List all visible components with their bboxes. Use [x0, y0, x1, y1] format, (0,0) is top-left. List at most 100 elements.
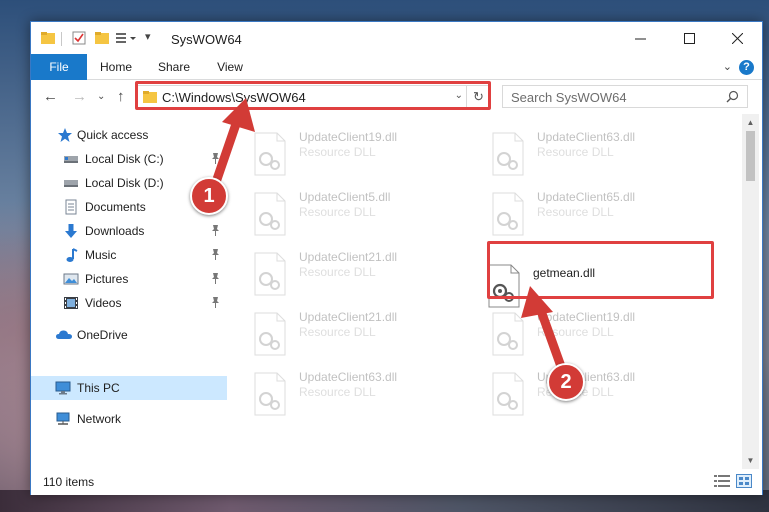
- new-folder-icon[interactable]: [95, 31, 109, 48]
- file-type: Resource DLL: [537, 325, 614, 339]
- recent-locations-icon[interactable]: ⌄: [97, 91, 105, 102]
- maximize-button[interactable]: [666, 22, 712, 54]
- tab-file[interactable]: File: [31, 54, 87, 80]
- file-name: UpdateClient5.dll: [299, 190, 391, 204]
- sidebar-item-downloads[interactable]: Downloads: [31, 220, 227, 242]
- file-item[interactable]: UpdateClient63.dll Resource DLL: [227, 366, 457, 422]
- sidebar-item-label: OneDrive: [77, 328, 128, 342]
- dll-file-icon: [253, 312, 287, 359]
- sidebar-item-label: Documents: [85, 200, 146, 214]
- file-item[interactable]: UpdateClient19.dll Resource DLL: [227, 126, 457, 182]
- file-highlight-box: [487, 241, 714, 299]
- cloud-icon: [55, 327, 72, 343]
- navigation-pane: Quick access Local Disk (C:) Local Disk …: [31, 114, 227, 469]
- tab-share[interactable]: Share: [155, 54, 193, 80]
- details-view-icon[interactable]: [714, 474, 730, 488]
- drive-icon: [63, 151, 79, 167]
- file-name: UpdateClient65.dll: [537, 190, 636, 204]
- sidebar-item-quick-access[interactable]: Quick access: [31, 124, 227, 146]
- pin-icon[interactable]: [211, 249, 220, 263]
- file-type: Resource DLL: [537, 205, 614, 219]
- dll-file-icon: [253, 372, 287, 419]
- file-item[interactable]: UpdateClient21.dll Resource DLL: [227, 306, 457, 362]
- large-icons-view-icon[interactable]: [736, 474, 752, 488]
- sidebar-item-music[interactable]: Music: [31, 244, 227, 266]
- file-name: UpdateClient63.dll: [537, 130, 636, 144]
- properties-icon[interactable]: [72, 31, 86, 48]
- tab-view[interactable]: View: [215, 54, 245, 80]
- sidebar-item-label: Pictures: [85, 272, 129, 286]
- documents-icon: [63, 199, 79, 215]
- dll-file-icon: [491, 132, 525, 179]
- star-icon: [57, 127, 73, 143]
- file-name: UpdateClient21.dll: [299, 310, 398, 324]
- dll-file-icon: [491, 372, 525, 419]
- file-name: UpdateClient19.dll: [299, 130, 398, 144]
- close-button[interactable]: [714, 22, 760, 54]
- dll-file-icon: [253, 192, 287, 239]
- window-title: SysWOW64: [171, 32, 242, 47]
- pin-icon[interactable]: [211, 297, 220, 311]
- file-item[interactable]: UpdateClient19.dll Resource DLL: [465, 306, 695, 362]
- sidebar-item-network[interactable]: Network: [31, 408, 227, 430]
- sidebar-item-label: This PC: [77, 381, 120, 395]
- file-item[interactable]: UpdateClient21.dll Resource DLL: [227, 246, 457, 302]
- sidebar-item-label: Downloads: [85, 224, 145, 238]
- dll-file-icon: [253, 252, 287, 299]
- address-highlight-box: [135, 81, 491, 110]
- sidebar-item-label: Music: [85, 248, 117, 262]
- step-1-badge: 1: [190, 177, 228, 215]
- sidebar-item-label: Local Disk (D:): [85, 176, 164, 190]
- file-type: Resource DLL: [299, 385, 376, 399]
- scroll-down-icon[interactable]: ▼: [742, 452, 759, 469]
- file-name: UpdateClient63.dll: [299, 370, 398, 384]
- sidebar-item-local-disk-c[interactable]: Local Disk (C:): [31, 148, 227, 170]
- search-icon[interactable]: [726, 90, 739, 106]
- separator: [61, 32, 62, 46]
- vertical-scrollbar[interactable]: ▲ ▼: [742, 114, 759, 469]
- pin-icon[interactable]: [211, 225, 220, 239]
- file-type: Resource DLL: [299, 265, 376, 279]
- status-bar: 110 items: [31, 469, 762, 495]
- ribbon-tabs: File Home Share View ⌄ ?: [31, 54, 762, 80]
- search-input[interactable]: [511, 89, 711, 105]
- dll-file-icon: [491, 312, 525, 359]
- file-type: Resource DLL: [299, 145, 376, 159]
- tab-home[interactable]: Home: [98, 54, 134, 80]
- sidebar-item-onedrive[interactable]: OneDrive: [31, 324, 227, 346]
- item-count: 110 items: [43, 475, 95, 489]
- file-name: UpdateClient19.dll: [537, 310, 636, 324]
- help-icon[interactable]: ?: [739, 60, 754, 75]
- file-item[interactable]: UpdateClient65.dll Resource DLL: [465, 186, 695, 242]
- music-icon: [63, 247, 79, 263]
- dll-file-icon: [253, 132, 287, 179]
- sidebar-item-videos[interactable]: Videos: [31, 292, 227, 314]
- minimize-button[interactable]: [617, 22, 663, 54]
- back-arrow-icon[interactable]: ←: [43, 88, 58, 105]
- forward-arrow-icon[interactable]: →: [72, 88, 87, 105]
- search-box[interactable]: [502, 85, 748, 108]
- file-item[interactable]: UpdateClient63.dll Resource DLL: [465, 126, 695, 182]
- sidebar-item-label: Videos: [85, 296, 122, 310]
- sidebar-item-pictures[interactable]: Pictures: [31, 268, 227, 290]
- file-type: Resource DLL: [299, 205, 376, 219]
- up-arrow-icon[interactable]: ↑: [117, 88, 125, 105]
- folder-icon: [41, 31, 55, 48]
- drive-icon: [63, 175, 79, 191]
- view-menu-icon[interactable]: [116, 31, 138, 48]
- pin-icon[interactable]: [211, 153, 220, 167]
- sidebar-item-label: Network: [77, 412, 122, 426]
- sidebar-item-label: Local Disk (C:): [85, 152, 164, 166]
- scroll-up-icon[interactable]: ▲: [742, 114, 759, 131]
- sidebar-item-label: Quick access: [77, 128, 149, 142]
- customize-toolbar-icon[interactable]: ▾: [145, 30, 151, 43]
- sidebar-item-this-pc[interactable]: This PC: [31, 376, 227, 400]
- scroll-thumb[interactable]: [746, 131, 755, 181]
- file-name: UpdateClient21.dll: [299, 250, 398, 264]
- computer-icon: [55, 380, 71, 396]
- pin-icon[interactable]: [211, 273, 220, 287]
- expand-ribbon-icon[interactable]: ⌄: [723, 60, 732, 73]
- pictures-icon: [63, 271, 79, 287]
- network-icon: [55, 411, 71, 427]
- file-item[interactable]: UpdateClient5.dll Resource DLL: [227, 186, 457, 242]
